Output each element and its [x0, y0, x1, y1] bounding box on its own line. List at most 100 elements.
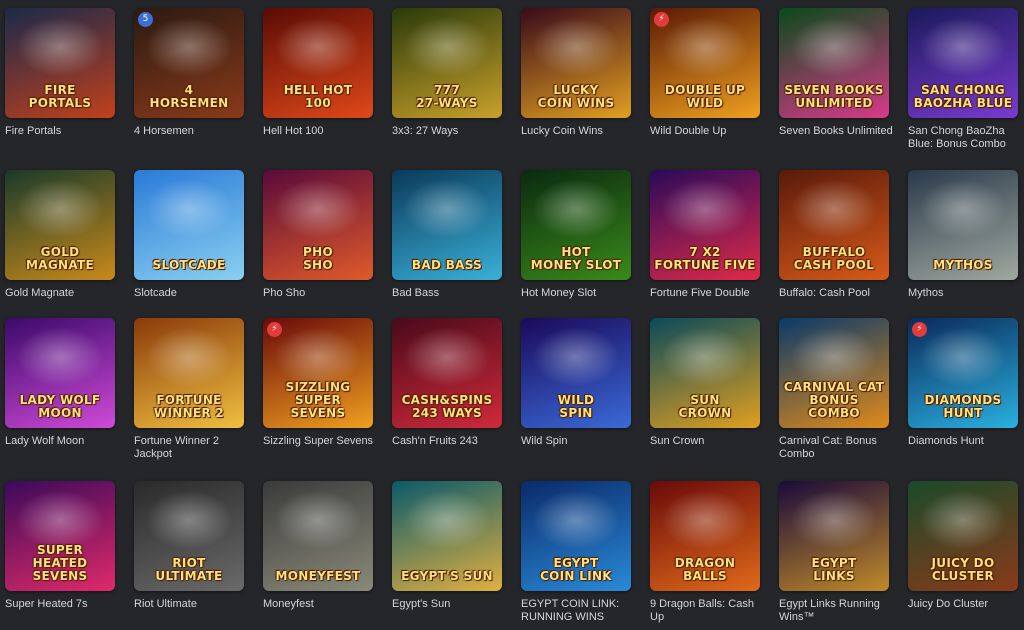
- game-tile[interactable]: Egypt Coin Link EGYPT COIN LINK: RUNNING …: [521, 481, 633, 624]
- game-title[interactable]: Buffalo: Cash Pool: [779, 287, 897, 300]
- game-title[interactable]: Sizzling Super Sevens: [263, 435, 381, 448]
- game-title[interactable]: Carnival Cat: Bonus Combo: [779, 435, 897, 461]
- game-title[interactable]: Hell Hot 100: [263, 125, 381, 138]
- game-tile[interactable]: Cash&Spins 243 ways Cash'n Fruits 243: [392, 318, 504, 448]
- game-title[interactable]: San Chong BaoZha Blue: Bonus Combo: [908, 125, 1024, 151]
- game-thumbnail[interactable]: ⚡ Sizzling Super Sevens: [263, 318, 373, 428]
- game-thumbnail[interactable]: ⚡ Double Up Wild: [650, 8, 760, 118]
- game-thumbnail[interactable]: Fortune Winner 2: [134, 318, 244, 428]
- game-tile[interactable]: Bad Bass Bad Bass: [392, 170, 504, 300]
- game-tile[interactable]: Slotcade Slotcade: [134, 170, 246, 300]
- game-title[interactable]: Gold Magnate: [5, 287, 123, 300]
- game-thumbnail[interactable]: Pho Sho: [263, 170, 373, 280]
- game-tile[interactable]: Hot Money Slot Hot Money Slot: [521, 170, 633, 300]
- game-thumbnail[interactable]: Cash&Spins 243 ways: [392, 318, 502, 428]
- game-tile[interactable]: ⚡ Diamonds Hunt Diamonds Hunt: [908, 318, 1020, 448]
- game-title[interactable]: Fortune Winner 2 Jackpot: [134, 435, 252, 461]
- thumbnail-artwork: [532, 489, 620, 551]
- game-title[interactable]: Bad Bass: [392, 287, 510, 300]
- game-title[interactable]: Lady Wolf Moon: [5, 435, 123, 448]
- game-title[interactable]: Fire Portals: [5, 125, 123, 138]
- game-thumbnail[interactable]: Lady Wolf Moon: [5, 318, 115, 428]
- game-tile[interactable]: Seven Books Unlimited Seven Books Unlimit…: [779, 8, 893, 138]
- game-tile[interactable]: Wild Spin Wild Spin: [521, 318, 633, 448]
- game-thumbnail[interactable]: Moneyfest: [263, 481, 373, 591]
- game-title[interactable]: Seven Books Unlimited: [779, 125, 897, 138]
- game-title[interactable]: Slotcade: [134, 287, 252, 300]
- game-title[interactable]: Cash'n Fruits 243: [392, 435, 510, 448]
- game-tile[interactable]: ⚡ Double Up Wild Wild Double Up: [650, 8, 762, 138]
- game-thumbnail[interactable]: Slotcade: [134, 170, 244, 280]
- game-thumbnail[interactable]: Hot Money Slot: [521, 170, 631, 280]
- game-tile[interactable]: 5 4 Horsemen 4 Horsemen: [134, 8, 246, 138]
- game-title[interactable]: Riot Ultimate: [134, 598, 252, 611]
- game-thumbnail[interactable]: Dragon Balls: [650, 481, 760, 591]
- game-tile[interactable]: Gold Magnate Gold Magnate: [5, 170, 117, 300]
- game-thumbnail[interactable]: Riot Ultimate: [134, 481, 244, 591]
- game-tile[interactable]: Moneyfest Moneyfest: [263, 481, 375, 611]
- game-thumbnail[interactable]: Buffalo Cash Pool: [779, 170, 889, 280]
- game-title[interactable]: Egypt Links Running Wins™: [779, 598, 897, 624]
- thumbnail-artwork: [403, 16, 491, 78]
- game-title[interactable]: Fortune Five Double: [650, 287, 768, 300]
- game-thumbnail[interactable]: San Chong BaoZha Blue: [908, 8, 1018, 118]
- game-title[interactable]: Super Heated 7s: [5, 598, 123, 611]
- game-thumbnail[interactable]: 5 4 Horsemen: [134, 8, 244, 118]
- game-tile[interactable]: ⚡ Sizzling Super Sevens Sizzling Super Sev…: [263, 318, 375, 448]
- game-thumbnail[interactable]: Super Heated Sevens: [5, 481, 115, 591]
- game-thumbnail[interactable]: Fire Portals: [5, 8, 115, 118]
- game-tile[interactable]: Dragon Balls 9 Dragon Balls: Cash Up: [650, 481, 762, 624]
- game-thumbnail[interactable]: 777 27-Ways: [392, 8, 502, 118]
- game-title[interactable]: Mythos: [908, 287, 1024, 300]
- game-tile[interactable]: Mythos Mythos: [908, 170, 1020, 300]
- game-tile[interactable]: Super Heated Sevens Super Heated 7s: [5, 481, 117, 611]
- game-thumbnail[interactable]: Egypt Links: [779, 481, 889, 591]
- game-tile[interactable]: Hell Hot 100 Hell Hot 100: [263, 8, 375, 138]
- game-thumbnail[interactable]: Wild Spin: [521, 318, 631, 428]
- game-logo: San Chong BaoZha Blue: [913, 83, 1013, 110]
- game-tile[interactable]: Juicy Do Cluster Juicy Do Cluster: [908, 481, 1020, 611]
- game-title[interactable]: Hot Money Slot: [521, 287, 639, 300]
- game-thumbnail[interactable]: Juicy Do Cluster: [908, 481, 1018, 591]
- game-tile[interactable]: Fire Portals Fire Portals: [5, 8, 117, 138]
- game-tile[interactable]: Lady Wolf Moon Lady Wolf Moon: [5, 318, 117, 448]
- game-title[interactable]: Diamonds Hunt: [908, 435, 1024, 448]
- game-tile[interactable]: Buffalo Cash Pool Buffalo: Cash Pool: [779, 170, 891, 300]
- game-thumbnail[interactable]: Mythos: [908, 170, 1018, 280]
- game-tile[interactable]: Pho Sho Pho Sho: [263, 170, 375, 300]
- game-title[interactable]: EGYPT COIN LINK: RUNNING WINS: [521, 598, 639, 624]
- game-thumbnail[interactable]: Hell Hot 100: [263, 8, 373, 118]
- game-thumbnail[interactable]: Egypt Coin Link: [521, 481, 631, 591]
- game-thumbnail[interactable]: 7 x2 Fortune Five: [650, 170, 760, 280]
- game-thumbnail[interactable]: Bad Bass: [392, 170, 502, 280]
- game-tile[interactable]: 7 x2 Fortune Five Fortune Five Double: [650, 170, 762, 300]
- game-title[interactable]: Pho Sho: [263, 287, 381, 300]
- game-thumbnail[interactable]: Carnival Cat Bonus Combo: [779, 318, 889, 428]
- game-title[interactable]: Moneyfest: [263, 598, 381, 611]
- game-title[interactable]: Sun Crown: [650, 435, 768, 448]
- game-title[interactable]: Wild Double Up: [650, 125, 768, 138]
- game-title[interactable]: 9 Dragon Balls: Cash Up: [650, 598, 768, 624]
- game-tile[interactable]: Lucky Coin Wins Lucky Coin Wins: [521, 8, 633, 138]
- game-title[interactable]: 3x3: 27 Ways: [392, 125, 510, 138]
- game-tile[interactable]: Sun Crown Sun Crown: [650, 318, 762, 448]
- game-thumbnail[interactable]: Gold Magnate: [5, 170, 115, 280]
- game-tile[interactable]: Egypt's Sun Egypt's Sun: [392, 481, 504, 611]
- games-grid: Fire Portals Fire Portals 5 4 Horsemen 4 Hor…: [0, 0, 1024, 630]
- game-title[interactable]: Wild Spin: [521, 435, 639, 448]
- game-thumbnail[interactable]: Lucky Coin Wins: [521, 8, 631, 118]
- game-thumbnail[interactable]: Seven Books Unlimited: [779, 8, 889, 118]
- game-thumbnail[interactable]: Egypt's Sun: [392, 481, 502, 591]
- game-thumbnail[interactable]: ⚡ Diamonds Hunt: [908, 318, 1018, 428]
- game-tile[interactable]: San Chong BaoZha Blue San Chong BaoZha Bl…: [908, 8, 1020, 151]
- game-thumbnail[interactable]: Sun Crown: [650, 318, 760, 428]
- game-tile[interactable]: Riot Ultimate Riot Ultimate: [134, 481, 246, 611]
- game-title[interactable]: Juicy Do Cluster: [908, 598, 1024, 611]
- game-tile[interactable]: Carnival Cat Bonus Combo Carnival Cat: Bo…: [779, 318, 891, 461]
- game-title[interactable]: Egypt's Sun: [392, 598, 510, 611]
- game-title[interactable]: Lucky Coin Wins: [521, 125, 639, 138]
- game-tile[interactable]: 777 27-Ways 3x3: 27 Ways: [392, 8, 504, 138]
- game-tile[interactable]: Egypt Links Egypt Links Running Wins™: [779, 481, 891, 624]
- game-tile[interactable]: Fortune Winner 2 Fortune Winner 2 Jackpot: [134, 318, 246, 461]
- game-title[interactable]: 4 Horsemen: [134, 125, 252, 138]
